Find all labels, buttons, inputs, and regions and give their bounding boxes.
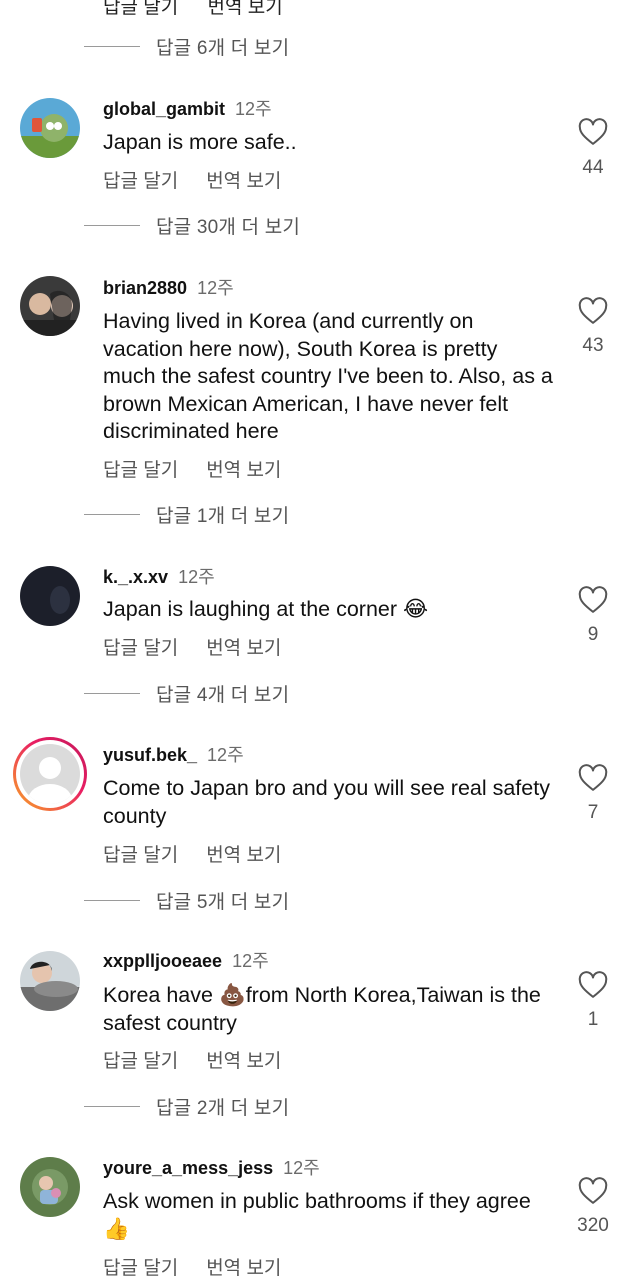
translate-button[interactable]: 번역 보기 <box>206 638 281 659</box>
heart-outline-icon[interactable] <box>578 297 608 325</box>
username[interactable]: global_gambit <box>103 99 225 119</box>
comment-actions: 답글 달기 번역 보기 <box>103 166 281 193</box>
timestamp: 12주 <box>283 1158 320 1178</box>
comment-text: Ask women in public bathrooms if they ag… <box>103 1189 531 1241</box>
comment-header: brian2880 12주 <box>103 274 234 300</box>
avatar <box>20 744 80 804</box>
comment-text: Japan is more safe.. <box>103 130 297 154</box>
translate-button[interactable]: 번역 보기 <box>206 845 281 866</box>
reply-button[interactable]: 답글 달기 <box>103 0 178 18</box>
translate-button[interactable]: 번역 보기 <box>206 1051 281 1072</box>
like-count: 43 <box>582 335 604 356</box>
comment-header: xxpplljooeaee 12주 <box>103 947 269 973</box>
comment-header: youre_a_mess_jess 12주 <box>103 1154 320 1180</box>
divider-line <box>84 1105 140 1107</box>
comment-actions: 답글 달기 번역 보기 <box>103 840 281 867</box>
reply-button[interactable]: 답글 달기 <box>103 638 178 659</box>
reply-button[interactable]: 답글 달기 <box>103 1258 178 1279</box>
username[interactable]: brian2880 <box>103 278 187 298</box>
username[interactable]: yusuf.bek_ <box>103 745 197 765</box>
story-ring[interactable] <box>13 737 87 811</box>
view-more-replies-button[interactable]: 답글 6개 더 보기 <box>84 31 289 61</box>
username[interactable]: youre_a_mess_jess <box>103 1158 273 1178</box>
comment-header: k._.x.xv 12주 <box>103 563 215 589</box>
view-more-replies-button[interactable]: 답글 30개 더 보기 <box>84 210 300 240</box>
avatar[interactable] <box>20 98 80 158</box>
timestamp: 12주 <box>197 278 234 298</box>
avatar[interactable] <box>20 276 80 336</box>
username[interactable]: k._.x.xv <box>103 567 168 587</box>
heart-outline-icon[interactable] <box>578 1177 608 1205</box>
comment-actions: 답글 달기 번역 보기 <box>103 1046 281 1073</box>
comment-actions: 답글 달기 번역 보기 <box>103 633 281 660</box>
translate-button[interactable]: 번역 보기 <box>207 0 282 18</box>
translate-button[interactable]: 번역 보기 <box>206 1258 281 1279</box>
username[interactable]: xxpplljooeaee <box>103 951 222 971</box>
comment-actions: 답글 달기 번역 보기 <box>103 1253 281 1280</box>
comment-text: Having lived in Korea (and currently on … <box>103 309 553 443</box>
comment-actions: 답글 달기 번역 보기 <box>103 455 281 482</box>
view-more-replies-button[interactable]: 답글 2개 더 보기 <box>84 1091 289 1121</box>
translate-button[interactable]: 번역 보기 <box>206 460 281 481</box>
reply-button[interactable]: 답글 달기 <box>103 1051 178 1072</box>
comment-text: Japan is laughing at the corner 😂 <box>103 597 429 621</box>
timestamp: 12주 <box>232 951 269 971</box>
timestamp: 12주 <box>178 567 215 587</box>
view-more-replies-button[interactable]: 답글 1개 더 보기 <box>84 499 289 529</box>
divider-line <box>84 513 140 515</box>
heart-outline-icon[interactable] <box>578 764 608 792</box>
reply-button[interactable]: 답글 달기 <box>103 460 178 481</box>
heart-outline-icon[interactable] <box>578 586 608 614</box>
timestamp: 12주 <box>235 99 272 119</box>
heart-outline-icon[interactable] <box>578 118 608 146</box>
like-count: 7 <box>587 802 599 823</box>
comment-text: Korea have 💩from North Korea,Taiwan is t… <box>103 983 541 1035</box>
avatar[interactable] <box>20 1157 80 1217</box>
like-count: 44 <box>582 157 604 178</box>
heart-outline-icon[interactable] <box>578 971 608 999</box>
divider-line <box>84 899 140 901</box>
translate-button[interactable]: 번역 보기 <box>206 171 281 192</box>
reply-button[interactable]: 답글 달기 <box>103 171 178 192</box>
like-count: 320 <box>577 1215 609 1236</box>
comment-header: yusuf.bek_ 12주 <box>103 741 244 767</box>
like-count: 1 <box>587 1009 599 1030</box>
comment-actions-partial: 답글 달기 번역 보기 <box>103 0 307 19</box>
reply-button[interactable]: 답글 달기 <box>103 845 178 866</box>
view-more-replies-button[interactable]: 답글 5개 더 보기 <box>84 885 289 915</box>
divider-line <box>84 45 140 47</box>
like-count: 9 <box>587 624 599 645</box>
default-avatar-icon <box>28 757 72 804</box>
view-more-replies-button[interactable]: 답글 4개 더 보기 <box>84 678 289 708</box>
comment-text: Come to Japan bro and you will see real … <box>103 776 550 828</box>
comment-header: global_gambit 12주 <box>103 95 272 121</box>
timestamp: 12주 <box>207 745 244 765</box>
avatar[interactable] <box>20 566 80 626</box>
divider-line <box>84 692 140 694</box>
avatar[interactable] <box>20 951 80 1011</box>
divider-line <box>84 224 140 226</box>
